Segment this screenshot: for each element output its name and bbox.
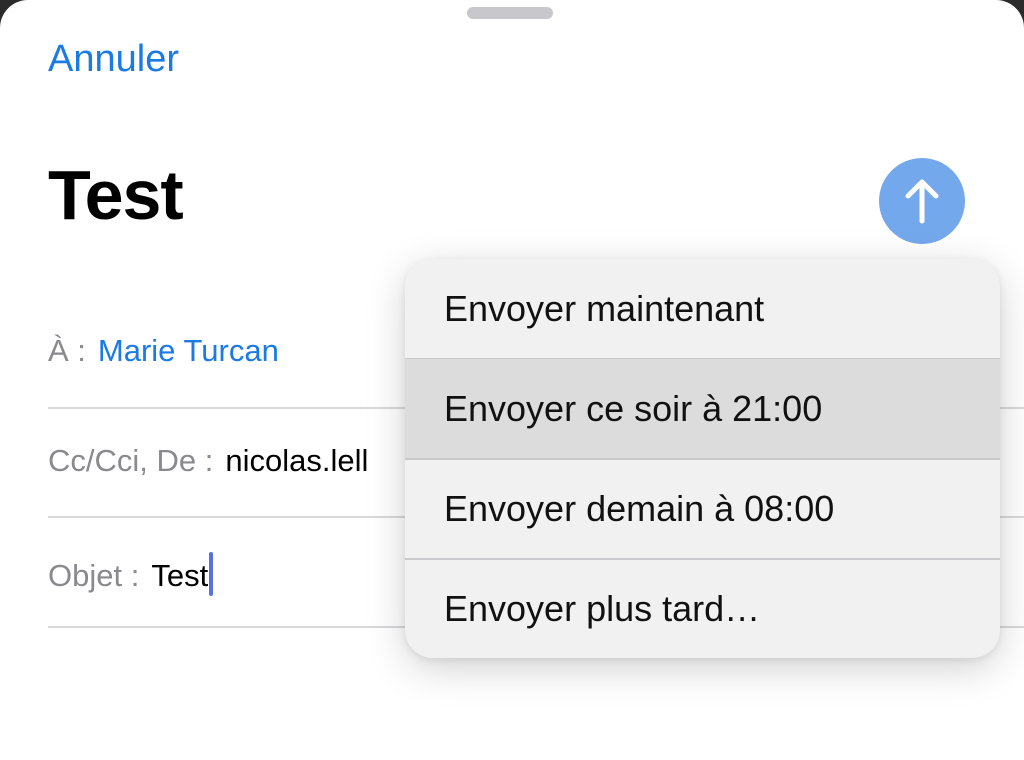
send-options-menu: Envoyer maintenant Envoyer ce soir à 21:… (405, 259, 1000, 658)
send-button[interactable] (879, 158, 965, 244)
cc-from-field[interactable]: Cc/Cci, De : nicolas.lell (48, 443, 368, 479)
recipient-token[interactable]: Marie Turcan (98, 333, 279, 368)
menu-item-send-later[interactable]: Envoyer plus tard… (405, 559, 1000, 658)
sheet-grabber[interactable] (467, 7, 553, 19)
menu-item-send-tonight[interactable]: Envoyer ce soir à 21:00 (405, 359, 1000, 458)
cc-from-label: Cc/Cci, De : (48, 443, 214, 478)
menu-item-send-tomorrow[interactable]: Envoyer demain à 08:00 (405, 459, 1000, 558)
from-address[interactable]: nicolas.lell (225, 443, 368, 478)
subject-label: Objet : (48, 558, 140, 593)
cancel-button[interactable]: Annuler (48, 38, 179, 81)
menu-item-send-now[interactable]: Envoyer maintenant (405, 259, 1000, 358)
compose-sheet: Annuler Test À : Marie Turcan Cc/Cci, De … (0, 0, 1024, 760)
page-title: Test (48, 156, 184, 234)
arrow-up-icon (905, 179, 939, 224)
subject-field[interactable]: Objet : Test (48, 552, 214, 596)
to-label: À : (48, 333, 86, 368)
to-field[interactable]: À : Marie Turcan (48, 333, 279, 369)
text-caret (209, 552, 214, 596)
subject-input[interactable]: Test (151, 558, 208, 593)
